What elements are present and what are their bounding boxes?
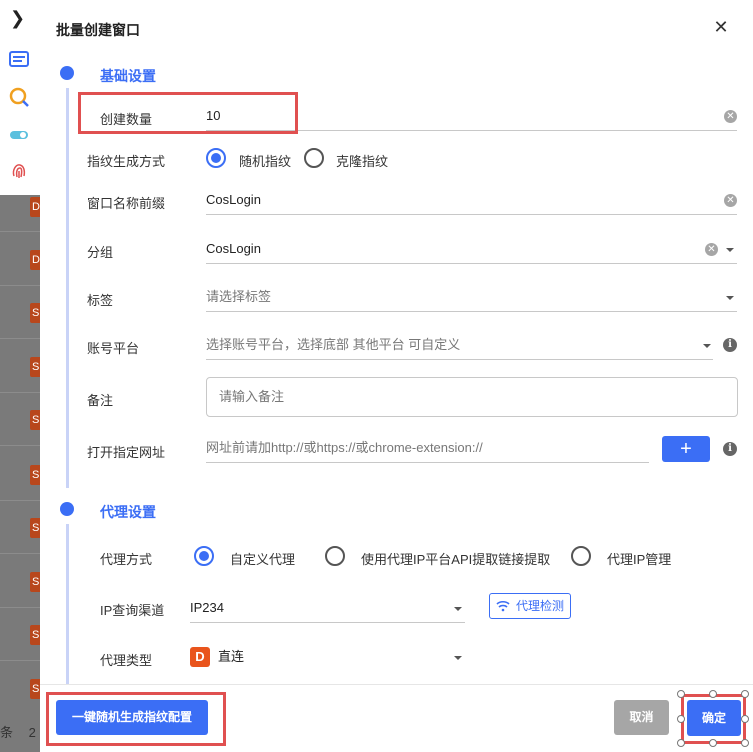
account-platform-select[interactable]: 选择账号平台，选择底部 其他平台 可自定义	[206, 330, 713, 360]
window-list-icon[interactable]	[8, 48, 30, 70]
radio-random-fingerprint-label[interactable]: 随机指纹	[239, 151, 291, 170]
proxy-type-value: 直连	[218, 649, 245, 664]
section-line	[66, 524, 69, 684]
toggle-icon[interactable]	[8, 124, 30, 146]
selection-handle	[677, 690, 685, 698]
wifi-icon	[496, 600, 510, 612]
open-url-input[interactable]: 网址前请加http://或https://或chrome-extension:/…	[206, 433, 649, 463]
background-pagination-number: 2	[28, 725, 36, 740]
group-select[interactable]: CosLogin ✕	[206, 234, 737, 264]
radio-clone-fingerprint-label[interactable]: 克隆指纹	[336, 151, 388, 170]
radio-random-fingerprint[interactable]	[206, 148, 226, 168]
proxy-check-button[interactable]: 代理检测	[489, 593, 572, 619]
proxy-section-title: 代理设置	[100, 504, 156, 520]
search-extension-icon[interactable]	[8, 86, 30, 108]
fingerprint-mode-label: 指纹生成方式	[87, 154, 166, 169]
radio-api-proxy[interactable]	[325, 546, 345, 566]
info-icon[interactable]: i	[723, 338, 737, 352]
proxy-mode-label: 代理方式	[100, 552, 153, 567]
section-dot	[60, 66, 74, 80]
section-line	[66, 88, 69, 488]
section-dot	[60, 502, 74, 516]
tags-select[interactable]: 请选择标签	[206, 282, 737, 312]
tags-placeholder: 请选择标签	[206, 289, 272, 304]
dialog-footer: 一键随机生成指纹配置 取消 确定	[40, 684, 753, 752]
selection-handle	[741, 690, 749, 698]
radio-custom-proxy-label[interactable]: 自定义代理	[230, 549, 295, 568]
selection-handle	[709, 690, 717, 698]
close-icon[interactable]: ✕	[712, 18, 730, 36]
selection-handle	[741, 739, 749, 747]
account-platform-label: 账号平台	[87, 341, 140, 356]
background-sidebar: ❯	[0, 0, 40, 195]
tags-label: 标签	[87, 293, 114, 308]
random-fingerprint-config-button[interactable]: 一键随机生成指纹配置	[56, 700, 208, 735]
name-prefix-value: CosLogin	[206, 192, 261, 207]
selection-handle	[677, 739, 685, 747]
chevron-down-icon[interactable]	[703, 344, 711, 348]
batch-create-dialog: 批量创建窗口 ✕ 基础设置 创建数量 10 ✕ 指纹生成方式 随机指纹 克隆指纹…	[40, 0, 753, 752]
proxy-check-label: 代理检测	[516, 599, 565, 613]
chevron-down-icon[interactable]	[454, 607, 462, 611]
radio-custom-proxy[interactable]	[194, 546, 214, 566]
fingerprint-icon[interactable]	[8, 160, 30, 182]
group-label: 分组	[87, 245, 114, 260]
selection-handle	[709, 739, 717, 747]
radio-clone-fingerprint[interactable]	[304, 148, 324, 168]
open-url-placeholder: 网址前请加http://或https://或chrome-extension:/…	[206, 440, 483, 455]
chevron-down-icon[interactable]	[454, 656, 462, 660]
ip-channel-select[interactable]: IP234	[190, 593, 465, 623]
radio-api-proxy-label[interactable]: 使用代理IP平台API提取链接提取	[361, 549, 550, 568]
background-table: D D S S S S S S S S	[0, 195, 42, 752]
remark-label: 备注	[87, 393, 114, 408]
clear-icon[interactable]: ✕	[724, 110, 737, 123]
clear-icon[interactable]: ✕	[705, 243, 718, 256]
chevron-right-icon[interactable]: ❯	[10, 8, 25, 29]
remark-placeholder: 请输入备注	[219, 389, 285, 404]
proxy-type-select[interactable]: D 直连	[190, 642, 465, 672]
dialog-title: 批量创建窗口	[56, 22, 140, 38]
cancel-button[interactable]: 取消	[614, 700, 669, 735]
basic-section-title: 基础设置	[100, 68, 156, 84]
name-prefix-input[interactable]: CosLogin ✕	[206, 185, 737, 215]
confirm-button[interactable]: 确定	[687, 700, 741, 736]
ip-channel-label: IP查询渠道	[100, 603, 165, 618]
group-value: CosLogin	[206, 241, 261, 256]
highlight-box	[78, 92, 298, 134]
ip-channel-value: IP234	[190, 600, 224, 615]
name-prefix-label: 窗口名称前缀	[87, 196, 166, 211]
proxy-type-badge: D	[190, 647, 210, 667]
proxy-type-label: 代理类型	[100, 653, 153, 668]
radio-ip-management[interactable]	[571, 546, 591, 566]
selection-handle	[677, 715, 685, 723]
clear-icon[interactable]: ✕	[724, 194, 737, 207]
radio-ip-management-label[interactable]: 代理IP管理	[607, 549, 671, 568]
chevron-down-icon[interactable]	[726, 248, 734, 252]
info-icon[interactable]: i	[723, 442, 737, 456]
selection-handle	[741, 715, 749, 723]
add-url-button[interactable]: +	[662, 436, 710, 462]
open-url-label: 打开指定网址	[87, 445, 166, 460]
chevron-down-icon[interactable]	[726, 296, 734, 300]
background-pagination: 条 2	[0, 722, 36, 741]
background-pagination-unit: 条	[0, 725, 14, 740]
account-platform-placeholder: 选择账号平台，选择底部 其他平台 可自定义	[206, 337, 461, 352]
remark-input[interactable]: 请输入备注	[206, 377, 738, 417]
